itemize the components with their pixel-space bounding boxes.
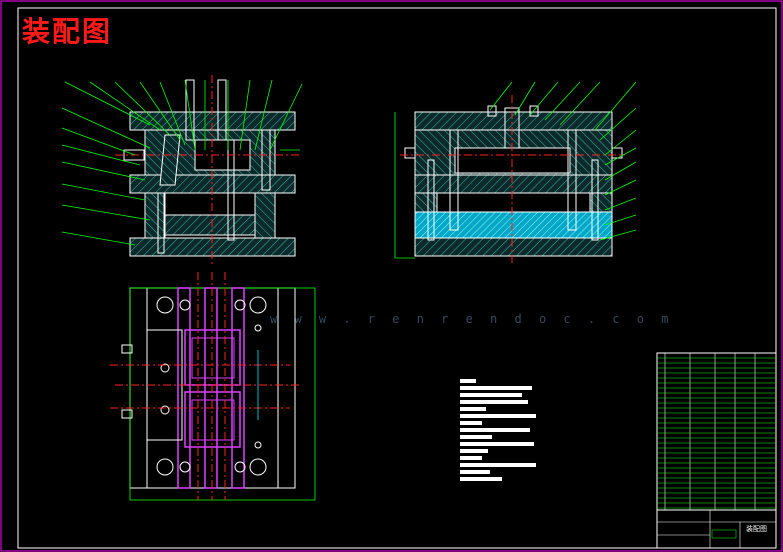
cad-drawing: 装配图 (0, 0, 783, 552)
plan-view (110, 272, 316, 501)
drawing-canvas: 装配图 装配图 w w w . r e n r e n d o c . c o … (0, 0, 783, 552)
drawing-title: 装配图 (22, 15, 113, 48)
watermark-url: w w w . r e n r e n d o c . c o m (270, 312, 674, 326)
side-section-view (394, 95, 625, 265)
inner-frame (17, 7, 777, 549)
title-block-name: 装配图 (746, 524, 767, 533)
front-section-view (115, 75, 300, 265)
technical-requirements (460, 379, 536, 481)
parts-list: 装配图 (656, 352, 777, 549)
